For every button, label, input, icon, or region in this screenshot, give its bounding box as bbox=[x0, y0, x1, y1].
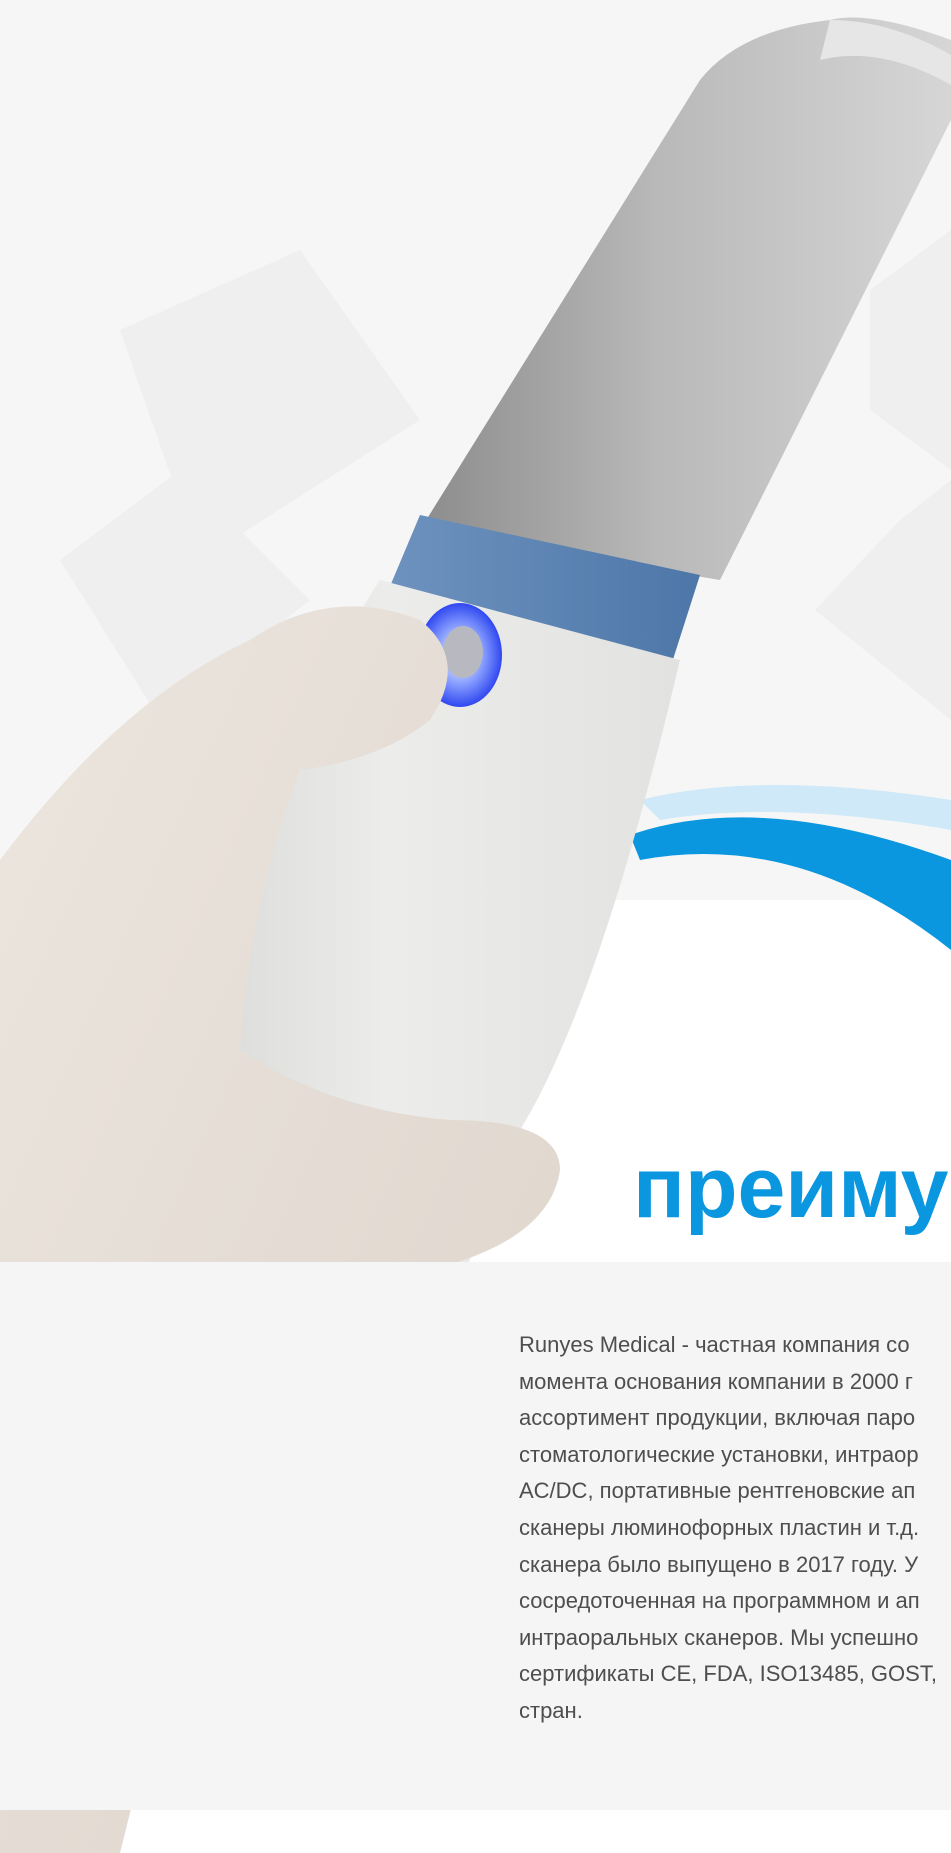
description-line: AC/DC, портативные рентгеновские ап bbox=[519, 1478, 916, 1504]
description-line: сертификаты CE, FDA, ISO13485, GOST, bbox=[519, 1661, 937, 1687]
section-heading: преиму bbox=[633, 1140, 949, 1236]
description-line: момента основания компании в 2000 г bbox=[519, 1368, 913, 1394]
description-line: сканера было выпущено в 2017 году. У bbox=[519, 1551, 919, 1577]
description-line: интраоральных сканеров. Мы успешно bbox=[519, 1624, 919, 1650]
description-line: стоматологические установки, интраор bbox=[519, 1441, 919, 1467]
description-line: стран. bbox=[519, 1697, 583, 1723]
description-line: ассортимент продукции, включая паро bbox=[519, 1405, 916, 1431]
description-line: Runyes Medical - частная компания со bbox=[519, 1332, 910, 1357]
swoosh-blue bbox=[630, 817, 951, 950]
about-description: Runyes Medical - частная компания со мом… bbox=[519, 1327, 951, 1730]
description-line: сосредоточенная на программном и ап bbox=[519, 1588, 920, 1614]
description-line: сканеры люминофорных пластин и т.д. bbox=[519, 1514, 920, 1540]
